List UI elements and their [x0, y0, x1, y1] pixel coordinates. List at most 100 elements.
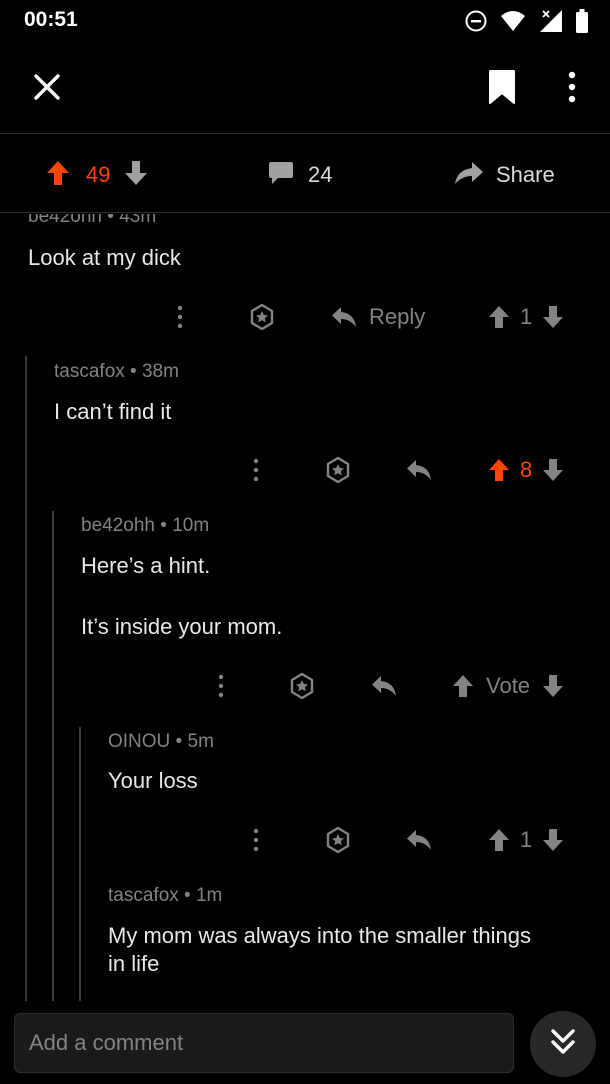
award-button[interactable] [289, 669, 315, 703]
comment-more-button[interactable] [176, 300, 184, 334]
more-vertical-icon [568, 71, 576, 107]
reply-button[interactable] [371, 669, 397, 703]
more-vertical-icon [253, 458, 259, 482]
downvote-icon[interactable] [542, 305, 564, 329]
comment-age: 38m [141, 361, 179, 382]
comment-author[interactable]: tascafox [54, 361, 125, 382]
reply-label: Reply [369, 304, 426, 329]
status-icons [464, 8, 588, 34]
comment-body-line: in life [108, 951, 160, 976]
comment-vote-group: 1 [488, 300, 564, 334]
award-icon [326, 827, 350, 853]
close-button[interactable] [26, 68, 68, 110]
comment-actions: 1 [0, 823, 610, 857]
comment-body: Your loss [108, 768, 198, 793]
double-chevron-down-icon [548, 1027, 578, 1061]
more-vertical-icon [218, 674, 224, 698]
downvote-icon[interactable] [542, 458, 564, 482]
comment-meta: be42ohh • 43m [28, 214, 156, 228]
comment-thread: be42ohh • 43m Look at my dick Reply 1 ta… [0, 214, 610, 1001]
comment-tascafox-1m: tascafox • 1m My mom was always into the… [0, 879, 610, 1001]
comment-age: 1m [195, 885, 223, 906]
downvote-icon[interactable] [542, 674, 564, 698]
comment-author[interactable]: be42ohh [28, 214, 102, 227]
comment-be42ohh-43m: be42ohh • 43m Look at my dick Reply 1 [0, 214, 610, 344]
comment-age: 5m [187, 731, 214, 752]
save-post-button[interactable] [482, 68, 522, 110]
do-not-disturb-icon [464, 9, 488, 33]
comment-age: 43m [119, 214, 157, 227]
status-time: 00:51 [24, 8, 78, 31]
comment-body: I can’t find it [54, 399, 172, 424]
reply-icon [332, 307, 356, 327]
comment-more-button[interactable] [252, 453, 260, 487]
comment-body-line: Here’s a hint. [81, 553, 211, 578]
share-label: Share [496, 162, 555, 187]
comment-bubble-icon [268, 161, 294, 189]
comment-more-button[interactable] [217, 669, 225, 703]
bookmark-icon [488, 69, 516, 109]
upvote-icon[interactable] [452, 674, 474, 698]
reply-icon [407, 830, 431, 850]
post-comment-count: 24 [308, 162, 333, 187]
comment-actions: Vote [0, 669, 610, 703]
share-button[interactable]: Share [454, 159, 555, 191]
award-button[interactable] [249, 300, 275, 334]
comment-body-line: It’s inside your mom. [81, 614, 283, 639]
comment-body-line: My mom was always into the smaller thing… [108, 923, 532, 948]
comment-vote-group: 1 [488, 823, 564, 857]
upvote-icon[interactable] [488, 305, 510, 329]
comment-vote-group: 8 [488, 453, 564, 487]
comment-score: 8 [520, 457, 533, 482]
compose-bar [0, 1001, 610, 1084]
more-vertical-icon [253, 828, 259, 852]
reply-button[interactable] [406, 453, 432, 487]
more-options-button[interactable] [556, 68, 588, 110]
upvote-icon[interactable] [488, 458, 510, 482]
award-icon [326, 457, 350, 483]
comment-actions: Reply 1 [0, 300, 610, 334]
comment-author[interactable]: be42ohh [81, 515, 155, 536]
reply-icon [407, 460, 431, 480]
award-icon [290, 673, 314, 699]
upvote-icon[interactable] [488, 828, 510, 852]
comment-meta: be42ohh • 10m [81, 515, 210, 536]
vote-label: Vote [486, 673, 531, 698]
award-button[interactable] [325, 453, 351, 487]
upvote-icon[interactable] [46, 160, 70, 190]
post-comments-button[interactable]: 24 [268, 159, 332, 191]
comment-score: 1 [520, 304, 533, 329]
more-vertical-icon [177, 305, 183, 329]
comment-tascafox-38m: tascafox • 38m I can’t find it 8 [0, 354, 610, 499]
comment-more-button[interactable] [252, 823, 260, 857]
share-icon [454, 161, 484, 189]
comment-score: 1 [520, 827, 533, 852]
reply-button[interactable]: Reply [331, 300, 425, 334]
wifi-icon [500, 10, 526, 32]
add-comment-input[interactable] [14, 1013, 514, 1073]
award-button[interactable] [325, 823, 351, 857]
reply-button[interactable] [406, 823, 432, 857]
comment-author[interactable]: OINOU [108, 731, 170, 752]
battery-icon [576, 9, 588, 33]
post-score: 49 [86, 162, 111, 187]
comment-be42ohh-10m: be42ohh • 10m Here’s a hint. It’s inside… [0, 509, 610, 709]
status-bar: 00:51 [0, 0, 610, 44]
comment-meta: tascafox • 38m [54, 361, 179, 382]
comment-meta: tascafox • 1m [108, 885, 223, 906]
downvote-icon[interactable] [542, 828, 564, 852]
comment-oinou-5m: OINOU • 5m Your loss 1 [0, 724, 610, 869]
reply-icon [372, 676, 396, 696]
close-icon [33, 73, 61, 105]
comment-meta: OINOU • 5m [108, 731, 214, 752]
downvote-icon[interactable] [124, 160, 148, 190]
post-action-bar: 49 24 Share [0, 135, 610, 213]
next-comment-button[interactable] [530, 1011, 596, 1077]
comment-age: 10m [172, 515, 210, 536]
post-vote-group: 49 [46, 159, 148, 191]
app-bar [0, 44, 610, 134]
comment-actions: 8 [0, 453, 610, 487]
comment-vote-group: Vote [452, 669, 564, 703]
comment-author[interactable]: tascafox [108, 885, 179, 906]
comment-body: Look at my dick [28, 245, 181, 270]
